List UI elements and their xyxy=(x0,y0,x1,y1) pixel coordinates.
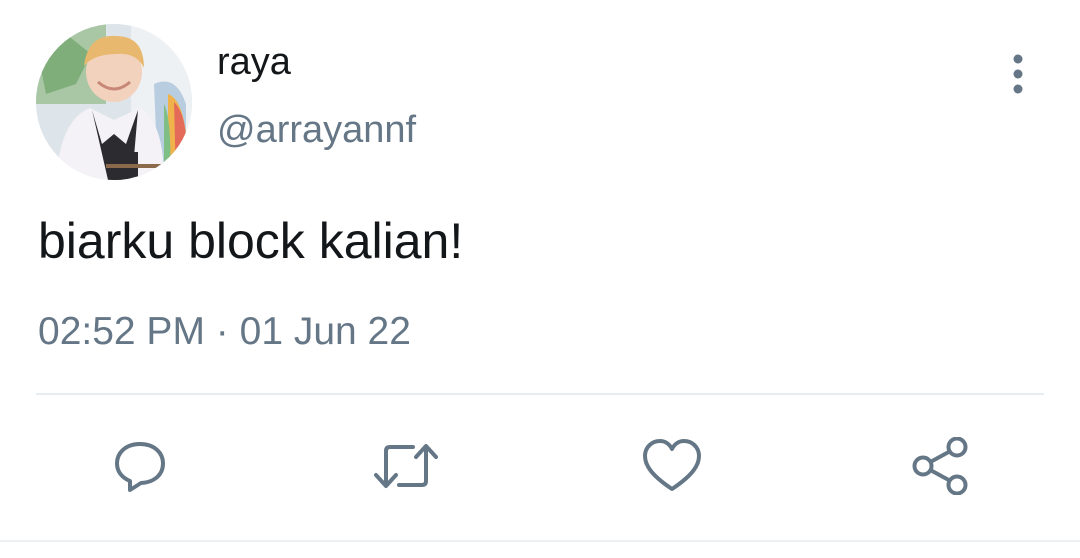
avatar[interactable] xyxy=(36,24,192,180)
tweet-timestamp: 02:52 PM · 01 Jun 22 xyxy=(38,308,411,356)
retweet-icon xyxy=(374,444,438,488)
speech-bubble-icon xyxy=(115,442,165,492)
heart-icon xyxy=(643,439,701,491)
profile-photo-icon xyxy=(36,24,192,180)
share-button[interactable] xyxy=(906,432,974,500)
divider xyxy=(36,393,1044,395)
display-name[interactable]: raya xyxy=(217,38,291,86)
tweet-card: raya @arrayannf biarku block kalian! 02:… xyxy=(0,0,1080,558)
meta-separator: · xyxy=(215,310,229,353)
user-handle[interactable]: @arrayannf xyxy=(217,106,416,154)
more-options-button[interactable] xyxy=(996,52,1040,96)
reply-button[interactable] xyxy=(106,432,174,500)
tweet-date: 01 Jun 22 xyxy=(239,310,411,353)
tweet-text: biarku block kalian! xyxy=(38,213,464,269)
tweet-time: 02:52 PM xyxy=(38,310,205,353)
like-button[interactable] xyxy=(638,432,706,500)
bottom-divider xyxy=(0,540,1080,542)
vertical-ellipsis-icon xyxy=(1013,54,1023,94)
retweet-button[interactable] xyxy=(372,432,440,500)
share-icon xyxy=(912,437,968,495)
